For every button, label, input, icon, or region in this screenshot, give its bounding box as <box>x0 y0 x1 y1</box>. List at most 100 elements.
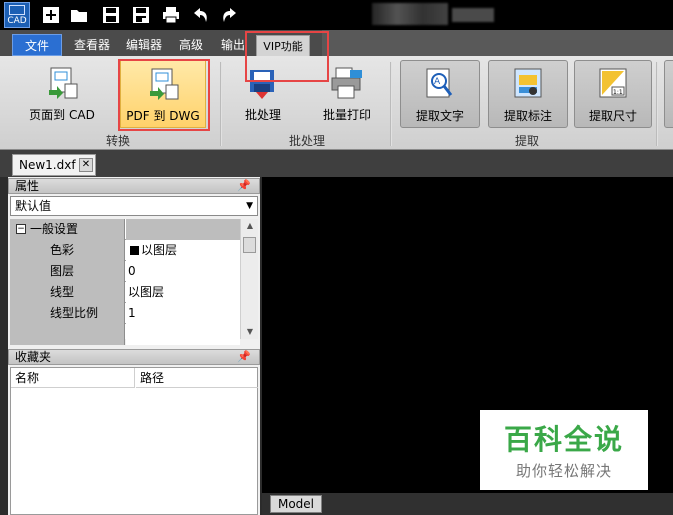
batch-process-label: 批处理 <box>244 108 281 122</box>
document-close-icon[interactable]: ✕ <box>79 158 93 172</box>
ribbon-separator <box>656 62 658 146</box>
new-button[interactable] <box>40 4 62 26</box>
page-to-cad-label: 页面到 CAD <box>29 108 95 122</box>
document-tab-name: New1.dxf <box>19 158 76 172</box>
batch-print-label: 批量打印 <box>322 108 371 122</box>
save-button[interactable] <box>100 4 122 26</box>
properties-panel-title: 属性 <box>15 179 40 193</box>
pin-icon[interactable]: 📌 <box>237 350 251 364</box>
property-category-label: 一般设置 <box>30 222 79 236</box>
tab-editor[interactable]: 编辑器 <box>122 34 166 56</box>
property-value-text: 以图层 <box>141 243 178 257</box>
group-label-batch: 批处理 <box>288 134 325 148</box>
extract-text-icon: A <box>426 68 453 98</box>
extract-annotation-label: 提取标注 <box>503 109 552 123</box>
extract-text-label: 提取文字 <box>415 109 464 123</box>
ribbon: 页面到 CAD PDF 到 DWG 转换 批处理 批量打印 批处理 A 提取文字… <box>0 56 673 150</box>
property-row[interactable]: 图层 0 <box>10 261 240 282</box>
favorites-column-name[interactable]: 名称 <box>11 368 135 388</box>
scroll-down-icon[interactable]: ▼ <box>241 325 259 339</box>
watermark-sub-text: 助你轻松解决 <box>515 462 612 480</box>
property-category-row[interactable]: − 一般设置 <box>10 219 240 240</box>
save-as-icon <box>133 7 149 23</box>
tab-advanced[interactable]: 高级 <box>174 34 208 56</box>
property-category-key: − 一般设置 <box>10 219 125 240</box>
print-button[interactable] <box>160 4 182 26</box>
property-scrollbar[interactable]: ▲ ▼ <box>240 219 258 339</box>
watermark-logo: 百科全说 助你轻松解决 <box>480 410 648 490</box>
app-logo-text: CAD <box>7 16 27 26</box>
group-label-extract: 提取 <box>514 134 539 148</box>
page-to-cad-icon <box>49 67 78 99</box>
scroll-thumb[interactable] <box>243 237 256 253</box>
property-row[interactable]: 色彩 以图层 <box>10 240 240 261</box>
layout-tab-bar <box>262 493 673 515</box>
left-pane: 属性 📌 默认值 ▼ − 一般设置 色彩 以图层 图层 0 线型 以图层 线型比… <box>8 177 260 515</box>
tab-file[interactable]: 文件 <box>12 34 62 56</box>
property-value[interactable]: 以图层 <box>126 240 240 261</box>
save-icon <box>103 7 119 23</box>
blurred-window-title <box>372 3 448 25</box>
ribbon-separator <box>220 62 222 146</box>
batch-print-icon <box>331 67 362 99</box>
extract-dimension-label: 提取尺寸 <box>588 109 637 123</box>
app-logo-grid-icon <box>9 5 25 15</box>
svg-text:A: A <box>434 77 441 87</box>
property-value[interactable]: 1 <box>126 303 240 324</box>
ribbon-separator <box>390 62 392 146</box>
property-category-value <box>126 219 240 240</box>
favorites-column-path[interactable]: 路径 <box>136 368 258 388</box>
properties-panel-header: 属性 📌 <box>8 178 260 194</box>
ribbon-overflow-button[interactable] <box>664 60 673 128</box>
tab-row-empty-area <box>322 30 673 57</box>
undo-button[interactable] <box>190 4 212 26</box>
property-grid: − 一般设置 色彩 以图层 图层 0 线型 以图层 线型比例 1 <box>10 219 240 345</box>
chevron-down-icon: ▼ <box>246 201 253 211</box>
model-tab[interactable]: Model <box>270 495 322 513</box>
property-row[interactable]: 线型比例 1 <box>10 303 240 324</box>
properties-preset-value: 默认值 <box>15 199 52 213</box>
new-icon <box>43 7 59 23</box>
property-key: 色彩 <box>10 240 125 261</box>
highlight-box-vip-tab <box>245 31 329 82</box>
watermark-main-text: 百科全说 <box>503 423 624 456</box>
redo-button[interactable] <box>218 4 240 26</box>
extract-annotation-button[interactable]: 提取标注 <box>488 60 568 128</box>
scroll-up-icon[interactable]: ▲ <box>241 219 259 233</box>
blurred-window-title-2 <box>452 8 494 22</box>
property-key: 图层 <box>10 261 125 282</box>
extract-text-button[interactable]: A 提取文字 <box>400 60 480 128</box>
property-value[interactable]: 以图层 <box>126 282 240 303</box>
pin-icon[interactable]: 📌 <box>237 179 251 193</box>
tab-viewer[interactable]: 查看器 <box>70 34 114 56</box>
open-folder-icon <box>71 10 87 22</box>
save-as-button[interactable] <box>130 4 152 26</box>
document-tab[interactable]: New1.dxf ✕ <box>12 154 96 176</box>
ribbon-tab-row: 文件 查看器 编辑器 高级 输出 VIP功能 <box>0 30 673 57</box>
property-key: 线型比例 <box>10 303 125 324</box>
collapse-icon[interactable]: − <box>16 224 26 234</box>
title-bar: CAD <box>0 0 673 30</box>
document-tab-strip: New1.dxf ✕ <box>0 150 673 177</box>
favorites-list[interactable]: 名称 路径 <box>10 367 258 515</box>
print-icon <box>163 7 179 24</box>
undo-icon <box>194 8 207 22</box>
highlight-box-pdf-to-dwg <box>118 59 210 131</box>
group-label-convert: 转换 <box>105 134 130 148</box>
redo-icon <box>223 8 236 22</box>
property-value-empty <box>126 324 240 345</box>
color-swatch <box>130 246 139 255</box>
property-key-empty <box>10 324 125 345</box>
property-value[interactable]: 0 <box>126 261 240 282</box>
favorites-panel-title: 收藏夹 <box>15 350 52 364</box>
page-to-cad-button[interactable]: 页面到 CAD <box>18 60 106 128</box>
property-row-empty <box>10 324 240 345</box>
app-logo[interactable]: CAD <box>4 2 30 28</box>
open-button[interactable] <box>68 4 90 26</box>
property-row[interactable]: 线型 以图层 <box>10 282 240 303</box>
property-key: 线型 <box>10 282 125 303</box>
favorites-panel-header: 收藏夹 📌 <box>8 349 260 365</box>
extract-annotation-icon <box>514 68 542 98</box>
properties-preset-select[interactable]: 默认值 ▼ <box>10 196 258 216</box>
extract-dimension-button[interactable]: 1:1 提取尺寸 <box>574 60 652 128</box>
